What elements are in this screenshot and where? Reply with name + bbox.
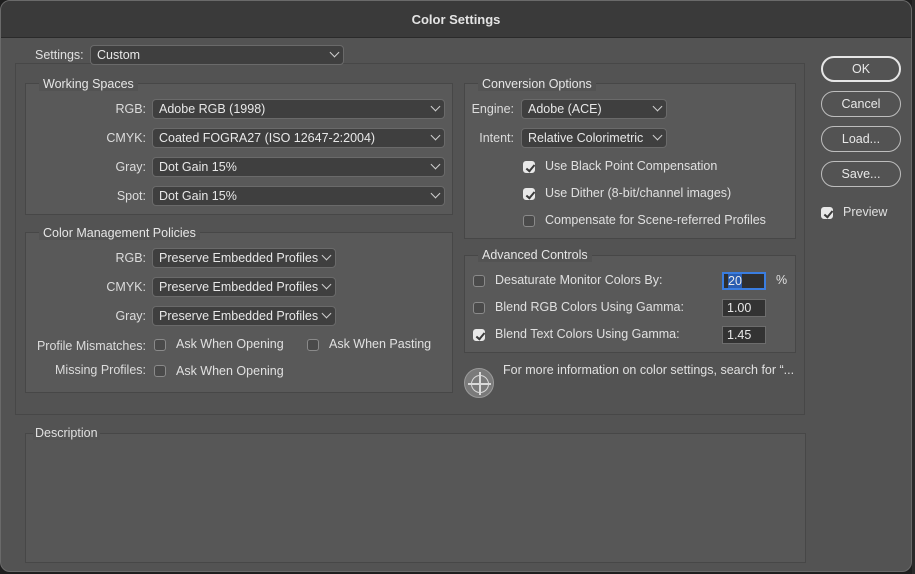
save-button[interactable]: Save... — [821, 161, 901, 187]
scene-referred-label: Compensate for Scene-referred Profiles — [545, 213, 766, 227]
black-point-label: Use Black Point Compensation — [545, 159, 718, 173]
policy-gray-label: Gray: — [115, 309, 146, 323]
policy-cmyk-select[interactable]: Preserve Embedded Profiles — [152, 277, 336, 297]
blend-text-value: 1.45 — [727, 328, 752, 342]
ws-spot-label: Spot: — [116, 189, 146, 203]
policy-cmyk-label: CMYK: — [106, 280, 146, 294]
desaturate-input[interactable]: 20 — [722, 272, 766, 290]
ws-cmyk-label: CMYK: — [106, 131, 146, 145]
mismatch-ask-pasting-checkbox[interactable] — [307, 339, 319, 351]
scene-referred-checkbox[interactable] — [523, 215, 535, 227]
color-settings-dialog: Color Settings Settings: Custom Working … — [0, 0, 912, 572]
description-area — [25, 433, 806, 563]
missing-ask-opening-label: Ask When Opening — [176, 364, 284, 378]
ok-button[interactable]: OK — [821, 56, 901, 82]
chevron-down-icon — [321, 250, 332, 261]
ws-gray-select[interactable]: Dot Gain 15% — [152, 157, 445, 177]
engine-value: Adobe (ACE) — [528, 102, 602, 116]
chevron-down-icon — [430, 188, 441, 199]
conversion-title: Conversion Options — [478, 77, 596, 91]
working-spaces-title: Working Spaces — [39, 77, 138, 91]
blend-text-checkbox[interactable] — [473, 329, 485, 341]
policy-cmyk-value: Preserve Embedded Profiles — [159, 280, 319, 294]
settings-value: Custom — [97, 48, 141, 62]
settings-select[interactable]: Custom — [90, 45, 344, 65]
chevron-down-icon — [430, 159, 441, 170]
chevron-down-icon — [652, 101, 663, 112]
ws-spot-select[interactable]: Dot Gain 15% — [152, 186, 445, 206]
blend-rgb-value: 1.00 — [727, 301, 752, 315]
intent-label: Intent: — [479, 131, 514, 145]
blend-rgb-input[interactable]: 1.00 — [722, 299, 766, 317]
info-text: For more information on color settings, … — [503, 363, 795, 377]
cancel-button[interactable]: Cancel — [821, 91, 901, 117]
blend-rgb-checkbox[interactable] — [473, 302, 485, 314]
load-button[interactable]: Load... — [821, 126, 901, 152]
preview-label: Preview — [843, 205, 888, 219]
ws-spot-value: Dot Gain 15% — [159, 189, 237, 203]
chevron-down-icon — [430, 101, 441, 112]
engine-select[interactable]: Adobe (ACE) — [521, 99, 667, 119]
chevron-down-icon — [329, 47, 340, 58]
policy-gray-select[interactable]: Preserve Embedded Profiles — [152, 306, 336, 326]
ws-cmyk-select[interactable]: Coated FOGRA27 (ISO 12647-2:2004) — [152, 128, 445, 148]
settings-label: Settings: — [33, 48, 86, 62]
missing-profiles-label: Missing Profiles: — [55, 363, 146, 377]
profile-mismatches-label: Profile Mismatches: — [36, 339, 146, 353]
ws-cmyk-value: Coated FOGRA27 (ISO 12647-2:2004) — [159, 131, 376, 145]
desaturate-unit: % — [776, 273, 788, 287]
desaturate-label: Desaturate Monitor Colors By: — [495, 273, 663, 287]
desaturate-value: 20 — [728, 274, 742, 288]
intent-select[interactable]: Relative Colorimetric — [521, 128, 667, 148]
policies-title: Color Management Policies — [39, 226, 200, 240]
ws-gray-label: Gray: — [115, 160, 146, 174]
desaturate-checkbox[interactable] — [473, 275, 485, 287]
policy-rgb-select[interactable]: Preserve Embedded Profiles — [152, 248, 336, 268]
advanced-title: Advanced Controls — [478, 248, 592, 262]
blend-rgb-label: Blend RGB Colors Using Gamma: — [495, 300, 684, 314]
dither-checkbox[interactable] — [523, 188, 535, 200]
preview-checkbox[interactable] — [821, 207, 833, 219]
blend-text-input[interactable]: 1.45 — [722, 326, 766, 344]
chevron-down-icon — [321, 279, 332, 290]
ws-rgb-value: Adobe RGB (1998) — [159, 102, 266, 116]
engine-label: Engine: — [471, 102, 514, 116]
dialog-title: Color Settings — [1, 1, 911, 38]
policy-rgb-label: RGB: — [115, 251, 146, 265]
ws-gray-value: Dot Gain 15% — [159, 160, 237, 174]
missing-ask-opening-checkbox[interactable] — [154, 365, 166, 377]
intent-value: Relative Colorimetric — [528, 131, 644, 145]
policy-gray-value: Preserve Embedded Profiles — [159, 309, 319, 323]
description-title: Description — [33, 426, 100, 440]
chevron-down-icon — [652, 130, 663, 141]
policy-rgb-value: Preserve Embedded Profiles — [159, 251, 319, 265]
chevron-down-icon — [430, 130, 441, 141]
black-point-checkbox[interactable] — [523, 161, 535, 173]
ws-rgb-label: RGB: — [115, 102, 146, 116]
dither-label: Use Dither (8-bit/channel images) — [545, 186, 732, 200]
mismatch-ask-opening-label: Ask When Opening — [176, 337, 284, 351]
chevron-down-icon — [321, 308, 332, 319]
mismatch-ask-pasting-label: Ask When Pasting — [329, 337, 432, 351]
blend-text-label: Blend Text Colors Using Gamma: — [495, 327, 680, 341]
mismatch-ask-opening-checkbox[interactable] — [154, 339, 166, 351]
ws-rgb-select[interactable]: Adobe RGB (1998) — [152, 99, 445, 119]
globe-help-icon[interactable] — [464, 368, 494, 398]
